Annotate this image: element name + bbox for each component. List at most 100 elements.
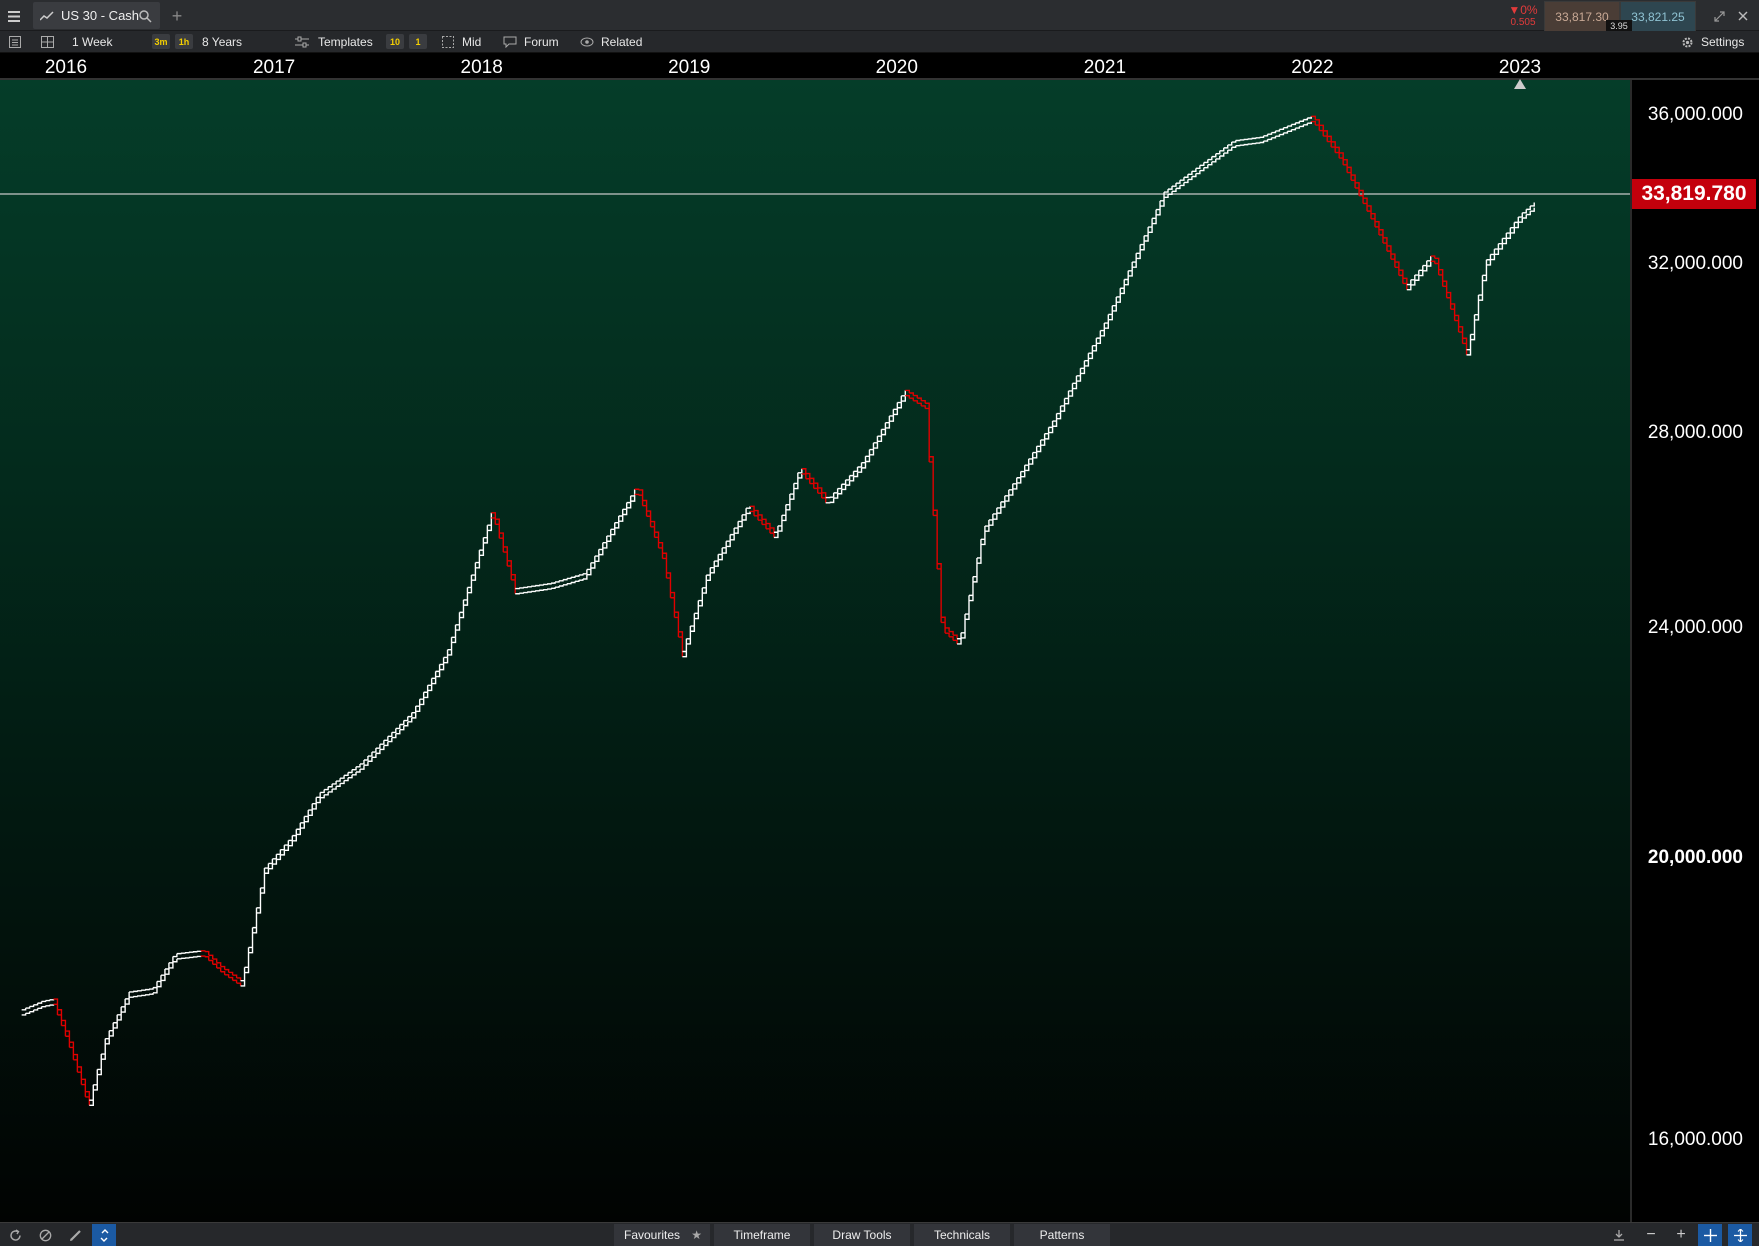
search-icon[interactable] — [139, 10, 152, 23]
up-step — [188, 951, 194, 959]
zoom-out-icon[interactable]: − — [1640, 1225, 1662, 1245]
price-chart[interactable] — [0, 80, 1630, 1222]
pin-icon[interactable] — [1608, 1225, 1630, 1245]
up-step — [547, 583, 552, 590]
up-step — [555, 580, 560, 588]
up-step — [531, 585, 536, 593]
favourites-tab[interactable]: Favourites ★ — [614, 1224, 710, 1246]
expand-icon[interactable] — [1708, 6, 1730, 26]
hamburger-menu-icon[interactable] — [4, 6, 24, 26]
close-icon[interactable] — [1732, 6, 1754, 26]
interval-1h-pill[interactable]: 1h — [175, 34, 193, 49]
bid-price: 33,817.30 — [1555, 9, 1609, 24]
change-value: 0.505 — [1510, 17, 1536, 28]
up-step — [141, 989, 146, 997]
favourites-label: Favourites — [623, 1228, 681, 1242]
price-series — [21, 115, 1535, 1107]
up-step — [49, 999, 55, 1006]
crosshair-tool-icon[interactable] — [92, 1224, 116, 1246]
eye-icon — [579, 34, 595, 50]
time-axis: 2016 2017 2018 2019 2020 2021 2022 2023 — [0, 53, 1759, 80]
interval-3m-pill[interactable]: 3m — [152, 34, 170, 49]
price-axis[interactable]: 36,000.000 32,000.000 28,000.000 24,000.000… — [1630, 80, 1759, 1222]
fit-chart-icon[interactable] — [1728, 1224, 1752, 1246]
up-step — [535, 584, 540, 592]
up-step — [539, 584, 544, 591]
up-step — [196, 950, 202, 958]
settings-button[interactable]: Settings — [1701, 31, 1744, 52]
crosshair-icon[interactable] — [1698, 1224, 1722, 1246]
pencil-icon[interactable] — [64, 1225, 86, 1245]
up-step — [562, 578, 568, 586]
down-step — [638, 489, 644, 506]
price-tick-label: 28,000.000 — [1647, 421, 1743, 443]
up-step — [137, 990, 142, 997]
refresh-icon[interactable] — [4, 1225, 26, 1245]
change-pct: ▼0% — [1508, 3, 1538, 17]
gear-icon — [1679, 34, 1695, 50]
dotted-square-icon — [440, 34, 456, 50]
chart-area[interactable] — [0, 80, 1630, 1222]
price-tick-label: 32,000.000 — [1647, 252, 1743, 274]
related-button[interactable]: Related — [601, 31, 642, 52]
zoom-in-icon[interactable]: + — [1670, 1225, 1692, 1245]
up-step — [1243, 138, 1249, 146]
change-indicator: ▼0% 0.505 — [1504, 1, 1542, 30]
indicator-1-pill[interactable]: 1 — [409, 34, 427, 49]
up-step — [543, 583, 548, 591]
year-tick-label: 2019 — [668, 57, 711, 78]
price-tick-label: 24,000.000 — [1647, 616, 1743, 638]
up-step — [45, 999, 51, 1007]
templates-button[interactable]: Templates — [318, 31, 373, 52]
up-step — [153, 981, 158, 994]
up-step — [551, 581, 556, 590]
mid-price-toggle[interactable]: Mid — [462, 31, 481, 52]
indicator-10-pill[interactable]: 10 — [386, 34, 404, 49]
sliders-icon — [294, 34, 310, 50]
up-step — [578, 573, 584, 581]
down-step — [933, 509, 938, 569]
year-tick-label: 2018 — [460, 57, 503, 78]
draw-tools-tab[interactable]: Draw Tools — [814, 1224, 910, 1246]
price-tick-label: 20,000.000 — [1647, 846, 1743, 868]
patterns-tab[interactable]: Patterns — [1014, 1224, 1110, 1246]
up-step — [1259, 135, 1265, 144]
add-tab-icon[interactable]: + — [166, 6, 188, 26]
up-step — [1251, 137, 1257, 145]
up-step — [149, 987, 154, 995]
current-time-marker-icon — [1514, 79, 1526, 89]
year-tick-label: 2020 — [875, 57, 918, 78]
up-step — [21, 1008, 27, 1016]
period-selector[interactable]: 1 Week — [72, 31, 112, 52]
up-step — [184, 951, 190, 959]
tab-us30[interactable]: US 30 - Cash — [33, 2, 160, 29]
layout-grid-icon[interactable] — [36, 33, 58, 51]
up-step — [559, 579, 564, 587]
price-tick-label: 36,000.000 — [1647, 104, 1743, 125]
year-tick-label: 2016 — [44, 57, 88, 78]
up-step — [566, 577, 572, 585]
up-step — [582, 569, 588, 580]
up-step — [1235, 139, 1241, 147]
range-selector[interactable]: 8 Years — [202, 31, 242, 52]
ask-price: 33,821.25 — [1631, 9, 1685, 24]
timeframe-tab[interactable]: Timeframe — [714, 1224, 810, 1246]
down-step — [937, 563, 942, 623]
up-step — [192, 951, 198, 958]
technicals-tab[interactable]: Technicals — [914, 1224, 1010, 1246]
up-step — [1255, 137, 1261, 144]
forum-button[interactable]: Forum — [524, 31, 559, 52]
window-titlebar: US 30 - Cash + ▼0% 0.505 33,817.30 33,82… — [0, 0, 1759, 32]
up-step — [574, 574, 580, 583]
chart-toolbar: 1 Week 3m 1h 8 Years Templates 10 1 Mid … — [0, 31, 1759, 53]
list-icon[interactable] — [4, 33, 26, 51]
down-step — [53, 998, 59, 1015]
up-step — [180, 952, 186, 960]
down-step — [925, 402, 930, 462]
year-tick-label: 2017 — [252, 57, 296, 78]
up-step — [145, 988, 150, 996]
up-step — [570, 576, 576, 584]
year-tick-label: 2023 — [1498, 57, 1542, 78]
cancel-icon[interactable] — [34, 1225, 56, 1245]
tab-title: US 30 - Cash — [61, 8, 140, 23]
